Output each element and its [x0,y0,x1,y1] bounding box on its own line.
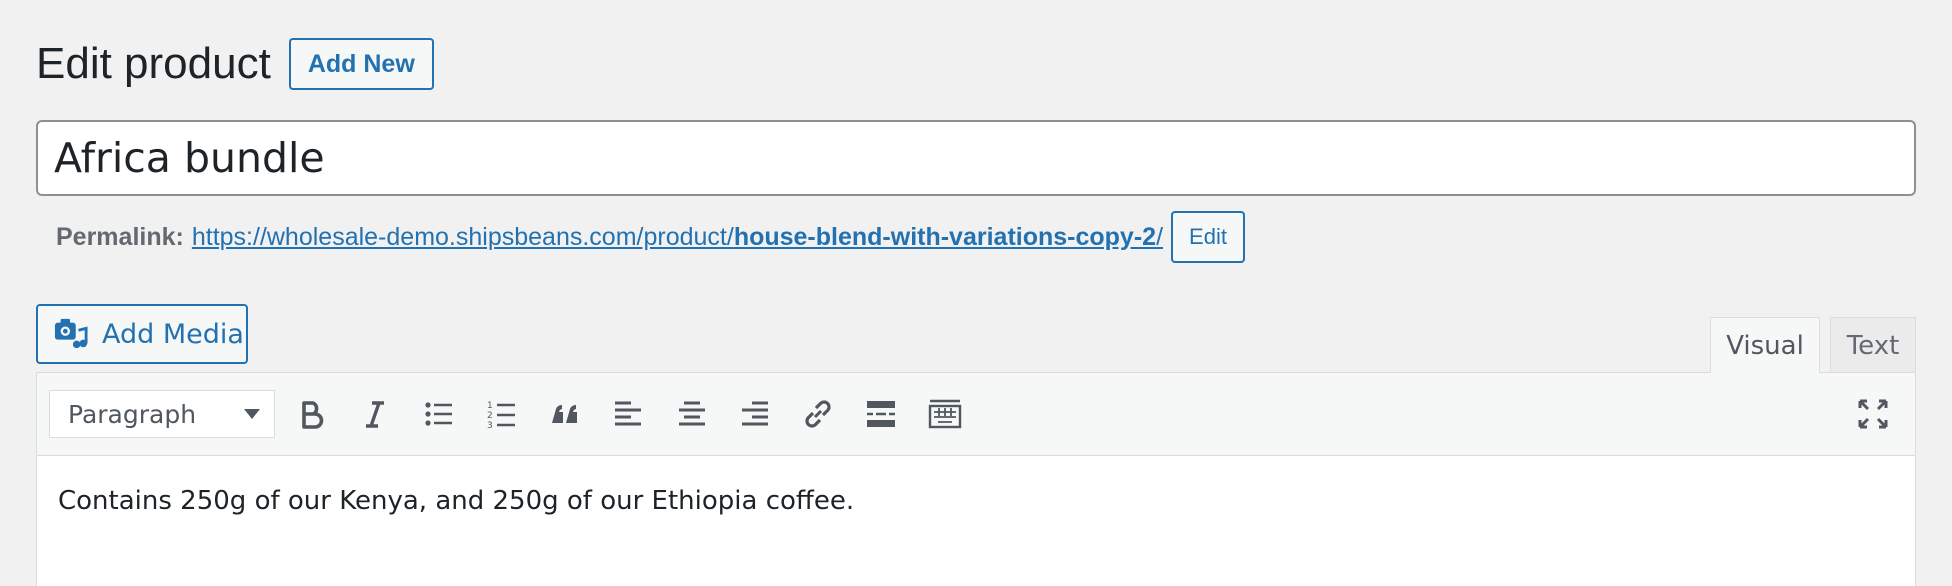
add-media-icon [54,316,90,352]
permalink-edit-button[interactable]: Edit [1171,211,1245,263]
editor-frame: Paragraph 123 Contains 250g of our Kenya… [36,372,1916,586]
svg-text:1: 1 [487,401,493,411]
fullscreen-icon[interactable] [1852,393,1894,435]
svg-text:2: 2 [487,411,493,421]
permalink-row: Permalink: https://wholesale-demo.shipsb… [56,209,1245,265]
bulleted-list-icon[interactable] [418,393,460,435]
chevron-down-icon [244,409,260,419]
add-new-button[interactable]: Add New [288,38,434,90]
toolbar-toggle-icon[interactable] [924,393,966,435]
editor-content[interactable]: Contains 250g of our Kenya, and 250g of … [37,456,1915,546]
svg-text:3: 3 [487,421,493,431]
align-center-icon[interactable] [671,393,713,435]
add-media-button[interactable]: Add Media [36,304,248,364]
permalink-trailing: / [1156,222,1164,251]
blockquote-icon[interactable] [544,393,586,435]
tab-visual[interactable]: Visual [1710,317,1820,373]
numbered-list-icon[interactable]: 123 [481,393,523,435]
page-title: Edit product [36,39,271,88]
permalink-slug: house-blend-with-variations-copy-2 [733,222,1157,251]
product-title-input[interactable] [36,120,1916,196]
bold-icon[interactable] [291,393,333,435]
link-icon[interactable] [797,393,839,435]
format-select[interactable]: Paragraph [49,390,275,438]
permalink-base-url: https://wholesale-demo.shipsbeans.com/pr… [191,222,734,251]
permalink-link[interactable]: https://wholesale-demo.shipsbeans.com/pr… [192,223,1163,252]
editor-paragraph: Contains 250g of our Kenya, and 250g of … [58,486,855,516]
editor-toolbar: Paragraph 123 [37,373,1915,456]
align-right-icon[interactable] [734,393,776,435]
italic-icon[interactable] [354,393,396,435]
permalink-label: Permalink: [56,222,184,251]
tab-text[interactable]: Text [1830,317,1916,373]
page-heading-row: Edit product Add New [36,36,434,92]
format-select-value: Paragraph [68,399,197,429]
read-more-icon[interactable] [860,393,902,435]
add-media-label: Add Media [102,318,244,350]
align-left-icon[interactable] [607,393,649,435]
